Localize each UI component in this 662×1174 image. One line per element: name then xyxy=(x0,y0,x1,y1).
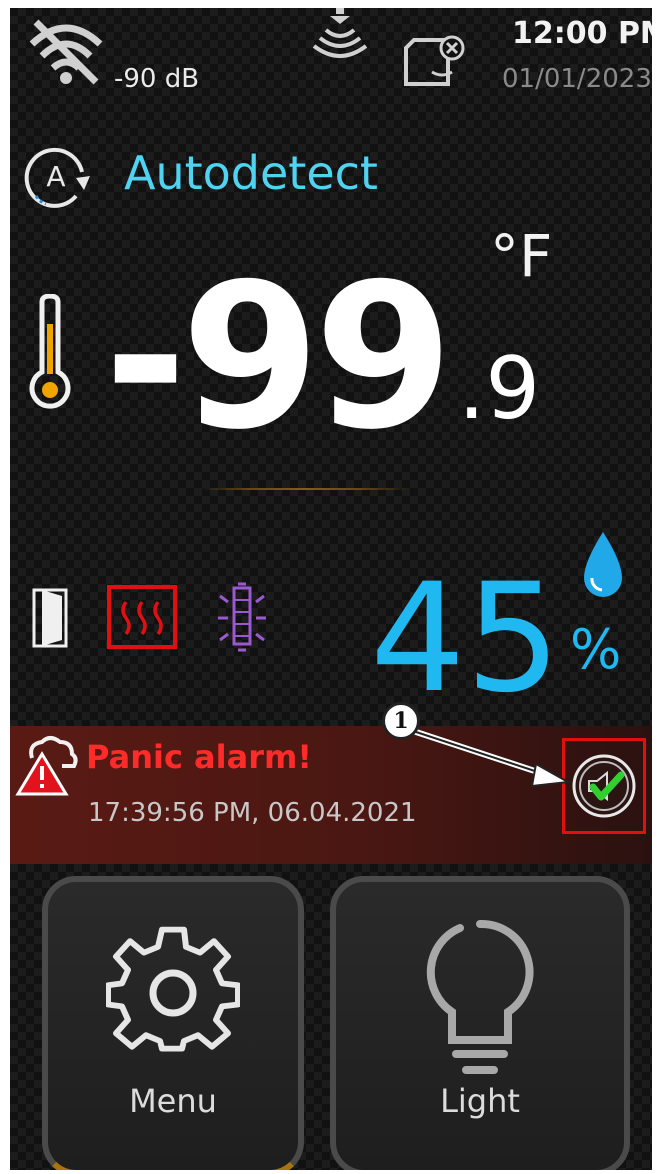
humidity-unit: % xyxy=(570,618,622,681)
light-label: Light xyxy=(440,1082,520,1120)
acknowledge-alarm-icon xyxy=(572,754,636,818)
alarm-title: Panic alarm! xyxy=(86,738,312,776)
thermometer-icon xyxy=(29,294,71,409)
wireless-sensor-icon xyxy=(312,8,368,58)
menu-button[interactable]: Menu xyxy=(42,876,304,1170)
mode-label[interactable]: Autodetect xyxy=(124,146,378,200)
door-open-icon xyxy=(32,588,68,648)
wifi-off-icon xyxy=(29,19,103,85)
humidity-drop-icon xyxy=(584,532,622,597)
sd-card-error-icon xyxy=(404,35,465,86)
heater-icon xyxy=(107,585,177,649)
alarm-timestamp: 17:39:56 PM, 06.04.2021 xyxy=(88,798,417,828)
divider-line xyxy=(200,488,410,490)
menu-label: Menu xyxy=(129,1082,217,1120)
light-bulb-icon xyxy=(426,919,534,1074)
humidity-value: 45 xyxy=(370,552,561,726)
temperature-decimal: .9 xyxy=(458,339,541,439)
light-button[interactable]: Light xyxy=(330,876,630,1170)
uv-lamp-icon xyxy=(218,582,266,652)
alarm-warning-icon xyxy=(15,736,78,796)
clock-time: 12:00 PM xyxy=(512,16,652,51)
callout-arrow xyxy=(409,727,572,788)
callout-number: 1 xyxy=(382,702,420,740)
temperature-value: -99 xyxy=(104,241,453,474)
gear-icon xyxy=(106,926,240,1052)
device-screen: -90 dB 12:00 PM 01/01/2023 A Autodetect … xyxy=(10,8,652,1170)
svg-text:A: A xyxy=(46,160,65,193)
signal-level: -90 dB xyxy=(114,64,200,94)
clock-date: 01/01/2023 xyxy=(502,64,652,94)
autodetect-icon[interactable]: A xyxy=(16,138,96,218)
temperature-unit: °F xyxy=(490,222,553,290)
